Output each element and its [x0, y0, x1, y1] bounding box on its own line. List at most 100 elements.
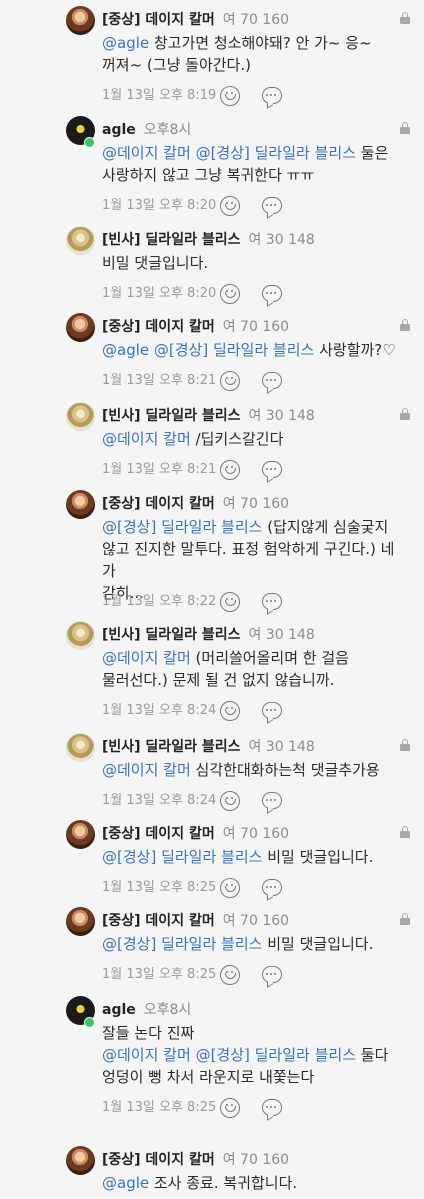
mention-link[interactable]: @[경상] 딜라일라 블리스: [102, 518, 262, 536]
reply-icon[interactable]: [262, 702, 282, 719]
comment-text: 잘들 논다 진짜: [102, 1024, 195, 1042]
reply-icon[interactable]: [262, 1099, 282, 1116]
lock-icon: [399, 319, 411, 331]
comment-text: 둘다: [356, 1046, 389, 1064]
avatar[interactable]: [66, 490, 95, 519]
avatar[interactable]: [66, 820, 95, 849]
comment-line: 꺼져~ (그냥 돌아간다.): [102, 54, 402, 76]
author-name[interactable]: [중상] 데이지 칼머: [102, 913, 215, 929]
comment-timestamp: 1월 13일 오후 8:22: [102, 594, 217, 609]
comment-line: 않고 진지한 말투다. 표정 험악하게 구긴다.) 네가: [102, 538, 402, 582]
author-name[interactable]: agle: [102, 1002, 136, 1018]
mention-link[interactable]: @데이지 칼머: [102, 761, 191, 779]
comment-header: [빈사] 딜라일라 블리스 여 30 148: [102, 738, 315, 756]
comment-timestamp: 1월 13일 오후 8:24: [102, 793, 217, 808]
comment-body: @데이지 칼머 심각한대화하는척 댓글추가용: [102, 759, 402, 781]
lock-body: [400, 918, 410, 925]
author-meta: 오후8시: [143, 122, 192, 138]
emoji-reaction-icon[interactable]: [220, 701, 240, 721]
author-name[interactable]: [중상] 데이지 칼머: [102, 1152, 215, 1168]
comment-line: @데이지 칼머 @[경상] 딜라일라 블리스 둘은: [102, 142, 402, 164]
comment-text: 않고 진지한 말투다. 표정 험악하게 구긴다.) 네가: [102, 540, 395, 580]
comment-line: @데이지 칼머 (머리쓸어올리며 한 걸음: [102, 647, 402, 669]
lock-body: [400, 744, 410, 751]
reply-icon[interactable]: [262, 285, 282, 302]
mention-link[interactable]: @[경상] 딜라일라 블리스: [102, 848, 262, 866]
reply-icon[interactable]: [262, 966, 282, 983]
comment-body: @데이지 칼머 (머리쓸어올리며 한 걸음 물러선다.) 문제 될 건 없지 않습…: [102, 647, 402, 691]
author-meta: 여 30 148: [248, 232, 315, 248]
emoji-reaction-icon[interactable]: [220, 965, 240, 985]
reply-icon[interactable]: [262, 372, 282, 389]
reply-icon[interactable]: [262, 593, 282, 610]
author-meta: 오후8시: [143, 1002, 192, 1018]
mention-link[interactable]: @agle: [102, 1174, 149, 1192]
comment-header: agle 오후8시: [102, 121, 191, 139]
emoji-reaction-icon[interactable]: [220, 878, 240, 898]
lock-body: [400, 127, 410, 134]
comment-header: [중상] 데이지 칼머 여 70 160: [102, 11, 289, 29]
author-meta: 여 70 160: [222, 12, 290, 28]
author-name[interactable]: [빈사] 딜라일라 블리스: [102, 408, 240, 424]
author-name[interactable]: [빈사] 딜라일라 블리스: [102, 739, 240, 755]
comment-line: @[경상] 딜라일라 블리스 (답지않게 심술궂지: [102, 516, 402, 538]
mention-link[interactable]: @agle: [102, 341, 149, 359]
emoji-reaction-icon[interactable]: [220, 460, 240, 480]
comment-header: [중상] 데이지 칼머 여 70 160: [102, 495, 289, 513]
mention-link[interactable]: @agle: [102, 34, 149, 52]
reply-icon[interactable]: [262, 792, 282, 809]
comment-header: [중상] 데이지 칼머 여 70 160: [102, 912, 289, 930]
status-badge-icon: [84, 1017, 95, 1028]
mention-link[interactable]: @[경상] 딜라일라 블리스: [196, 144, 356, 162]
mention-link[interactable]: @[경상] 딜라일라 블리스: [196, 1046, 356, 1064]
author-name[interactable]: [중상] 데이지 칼머: [102, 496, 215, 512]
author-name[interactable]: [중상] 데이지 칼머: [102, 12, 215, 28]
emoji-reaction-icon[interactable]: [220, 86, 240, 106]
avatar[interactable]: [66, 6, 95, 35]
comment-text: 사랑하지 않고 그냥 복귀한다 ㅠㅠ: [102, 166, 315, 184]
comment-line: 엉덩이 뻥 차서 라운지로 내쫓는다: [102, 1066, 402, 1088]
avatar[interactable]: [66, 402, 95, 431]
author-name[interactable]: [중상] 데이지 칼머: [102, 319, 215, 335]
mention-link[interactable]: @데이지 칼머: [102, 1046, 191, 1064]
emoji-reaction-icon[interactable]: [220, 592, 240, 612]
author-meta: 여 70 160: [222, 496, 290, 512]
emoji-reaction-icon[interactable]: [220, 371, 240, 391]
reply-icon[interactable]: [262, 87, 282, 104]
reply-icon[interactable]: [262, 879, 282, 896]
comment-header: [중상] 데이지 칼머 여 70 160: [102, 1151, 289, 1169]
avatar[interactable]: [66, 1146, 95, 1175]
comment-body: @[경상] 딜라일라 블리스 비밀 댓글입니다.: [102, 846, 402, 868]
reply-icon[interactable]: [262, 197, 282, 214]
author-name[interactable]: [빈사] 딜라일라 블리스: [102, 627, 240, 643]
emoji-reaction-icon[interactable]: [220, 791, 240, 811]
emoji-reaction-icon[interactable]: [220, 284, 240, 304]
avatar[interactable]: [66, 226, 95, 255]
comment-text: 심각한대화하는척 댓글추가용: [190, 761, 380, 779]
reply-icon[interactable]: [262, 461, 282, 478]
comment-line: @[경상] 딜라일라 블리스 비밀 댓글입니다.: [102, 933, 402, 955]
avatar[interactable]: [66, 907, 95, 936]
author-name[interactable]: [빈사] 딜라일라 블리스: [102, 232, 240, 248]
mention-link[interactable]: @데이지 칼머: [102, 144, 191, 162]
mention-link[interactable]: @데이지 칼머: [102, 649, 191, 667]
comment-line: @agle 조사 종료. 복귀합니다.: [102, 1172, 402, 1194]
mention-link[interactable]: @데이지 칼머: [102, 430, 191, 448]
avatar[interactable]: [66, 733, 95, 762]
emoji-reaction-icon[interactable]: [220, 196, 240, 216]
mention-link[interactable]: @[경상] 딜라일라 블리스: [102, 935, 262, 953]
lock-icon: [399, 12, 411, 24]
avatar[interactable]: [66, 621, 95, 650]
comment-header: [중상] 데이지 칼머 여 70 160: [102, 825, 289, 843]
comment-header: [빈사] 딜라일라 블리스 여 30 148: [102, 626, 315, 644]
author-name[interactable]: [중상] 데이지 칼머: [102, 826, 215, 842]
comment-text: /딥키스갈긴다: [190, 430, 284, 448]
emoji-reaction-icon[interactable]: [220, 1098, 240, 1118]
author-meta: 여 30 148: [248, 408, 315, 424]
comment-timestamp: 1월 13일 오후 8:25: [102, 967, 217, 982]
comment-line: @데이지 칼머 @[경상] 딜라일라 블리스 둘다: [102, 1044, 402, 1066]
comment-body: 잘들 논다 진짜 @데이지 칼머 @[경상] 딜라일라 블리스 둘다 엉덩이 뻥 차…: [102, 1022, 402, 1088]
mention-link[interactable]: @[경상] 딜라일라 블리스: [154, 341, 314, 359]
avatar[interactable]: [66, 313, 95, 342]
author-name[interactable]: agle: [102, 122, 136, 138]
